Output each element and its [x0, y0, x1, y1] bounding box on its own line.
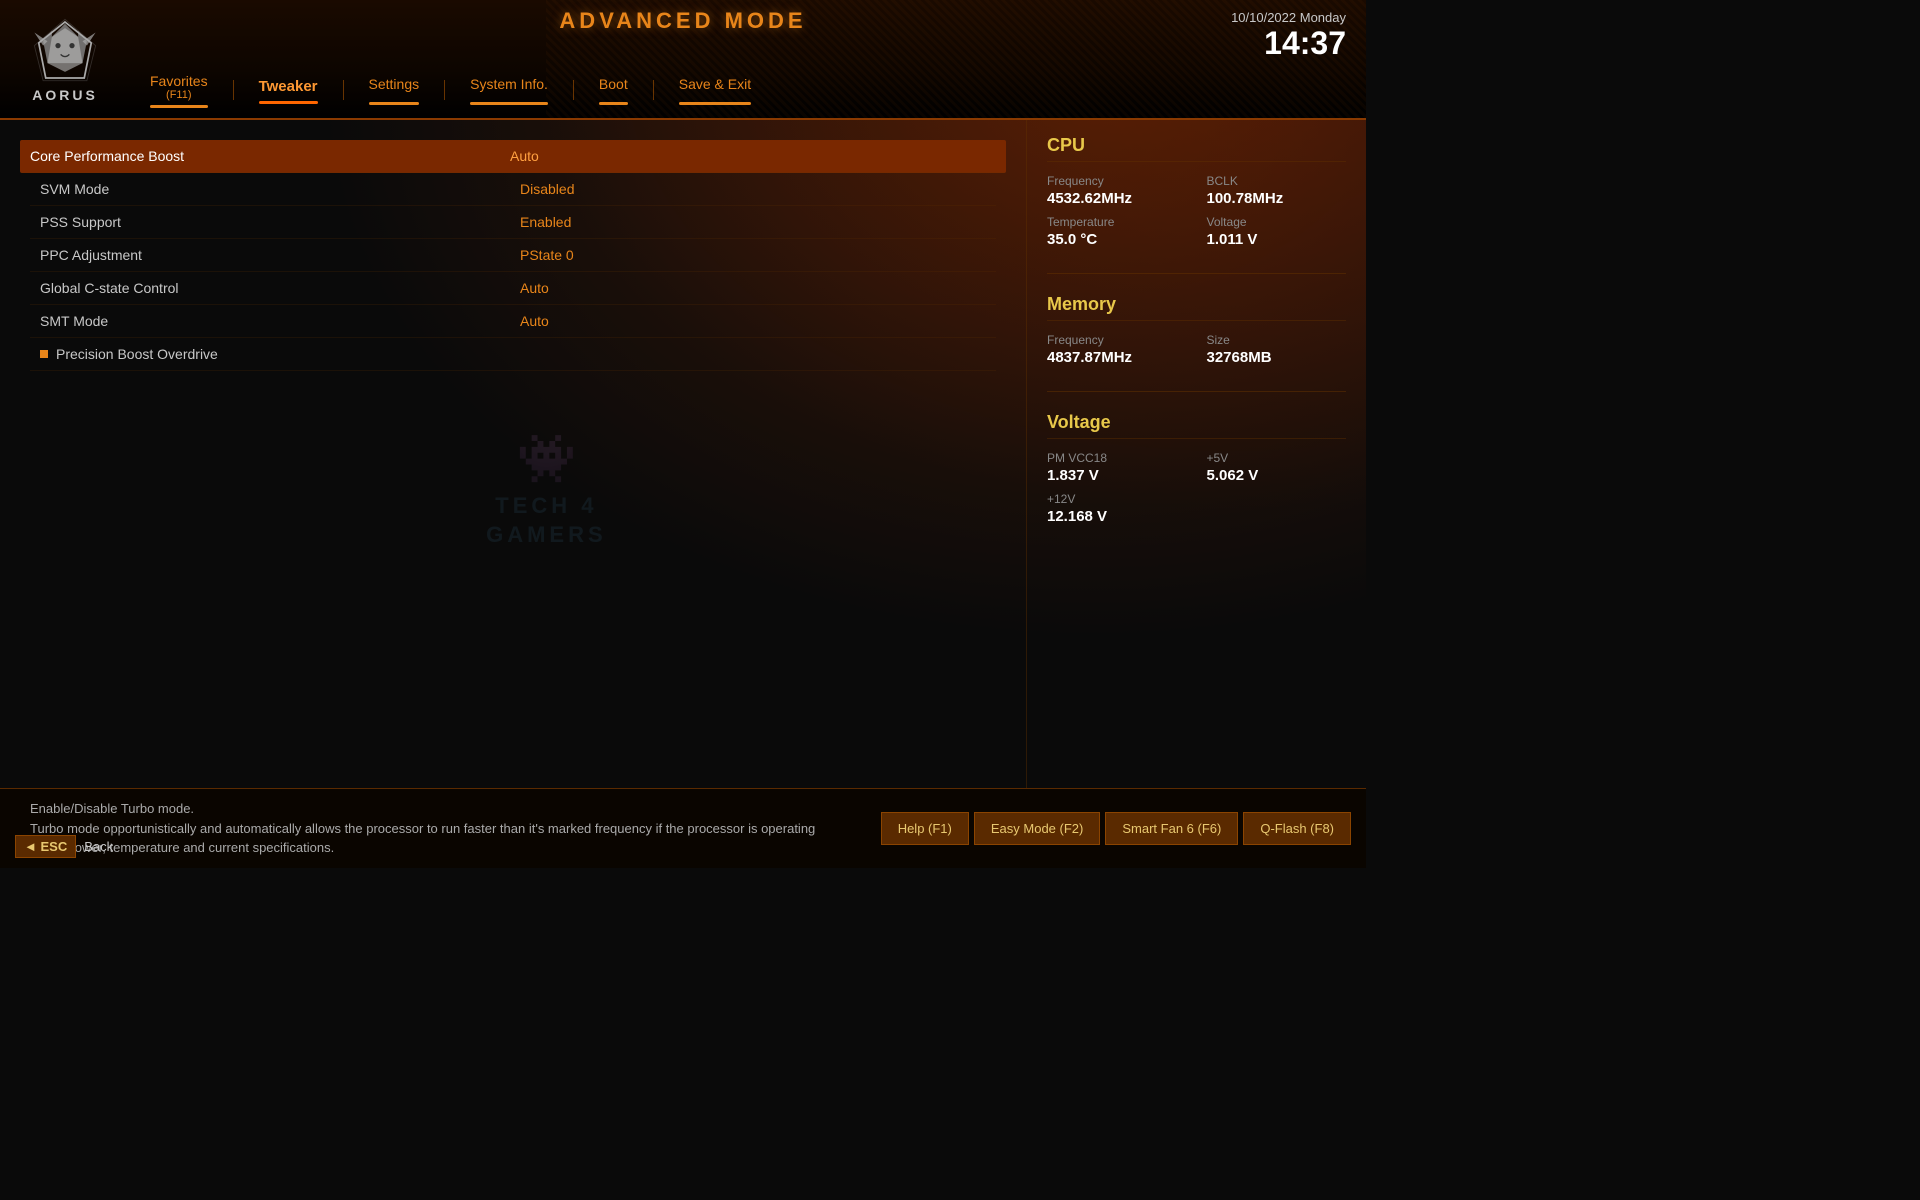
nav-favorites-label: Favorites — [150, 73, 208, 89]
setting-value-ppc-adjustment: PState 0 — [520, 247, 996, 263]
setting-value-pss-support: Enabled — [520, 214, 996, 230]
setting-row-pss-support[interactable]: PSS Support Enabled — [30, 206, 996, 239]
cpu-frequency-label: Frequency — [1047, 174, 1187, 188]
cpu-voltage-group: Voltage 1.011 V — [1207, 215, 1347, 248]
page-title: ADVANCED MODE — [559, 8, 806, 34]
cpu-bclk-group: BCLK 100.78MHz — [1207, 174, 1347, 207]
setting-value-svm-mode: Disabled — [520, 181, 996, 197]
voltage-section-title: Voltage — [1047, 412, 1346, 439]
esc-key-icon: ◄ ESC — [15, 835, 76, 858]
memory-size-group: Size 32768MB — [1207, 333, 1347, 366]
easy-mode-button[interactable]: Easy Mode (F2) — [974, 812, 1100, 845]
memory-info-grid: Frequency 4837.87MHz Size 32768MB — [1047, 333, 1346, 366]
nav-item-tweaker[interactable]: Tweaker — [239, 70, 338, 110]
memory-frequency-value: 4837.87MHz — [1047, 349, 1187, 366]
qflash-button[interactable]: Q-Flash (F8) — [1243, 812, 1351, 845]
nav-tweaker-label: Tweaker — [259, 78, 318, 95]
settings-panel: Core Performance Boost Auto SVM Mode Dis… — [0, 120, 1026, 788]
smart-fan-button[interactable]: Smart Fan 6 (F6) — [1105, 812, 1238, 845]
nav-sep-3 — [444, 80, 445, 100]
aorus-brand-text: AORUS — [32, 87, 98, 103]
time-display: 14:37 — [1231, 27, 1346, 59]
watermark-text: TECH 4GAMERS — [486, 492, 607, 549]
setting-name-pss-support: PSS Support — [40, 214, 520, 230]
nav-sep-2 — [343, 80, 344, 100]
setting-row-svm-mode[interactable]: SVM Mode Disabled — [30, 173, 996, 206]
memory-section-title: Memory — [1047, 294, 1346, 321]
nav-tabs: Favorites (F11) Tweaker Settings System … — [130, 65, 771, 114]
precision-boost-bullet-icon — [40, 350, 48, 358]
setting-row-ppc-adjustment[interactable]: PPC Adjustment PState 0 — [30, 239, 996, 272]
footer-help-text: Enable/Disable Turbo mode. Turbo mode op… — [0, 789, 881, 868]
setting-name-smt-mode: SMT Mode — [40, 313, 520, 329]
nav-item-favorites[interactable]: Favorites (F11) — [130, 65, 228, 114]
nav-sysinfo-label: System Info. — [470, 76, 548, 92]
memory-size-label: Size — [1207, 333, 1347, 347]
voltage-12v-value: 12.168 V — [1047, 508, 1187, 525]
nav-sep-1 — [233, 80, 234, 100]
voltage-12v-group: +12V 12.168 V — [1047, 492, 1187, 525]
setting-value-smt-mode: Auto — [520, 313, 996, 329]
setting-value-core-performance-boost: Auto — [510, 148, 996, 164]
voltage-pmvcc18-group: PM VCC18 1.837 V — [1047, 451, 1187, 484]
cpu-temperature-group: Temperature 35.0 °C — [1047, 215, 1187, 248]
watermark: 👾 TECH 4GAMERS — [486, 430, 607, 549]
voltage-12v-label: +12V — [1047, 492, 1187, 506]
nav-item-boot[interactable]: Boot — [579, 68, 648, 111]
cpu-bclk-value: 100.78MHz — [1207, 190, 1347, 207]
setting-row-smt-mode[interactable]: SMT Mode Auto — [30, 305, 996, 338]
datetime-area: 10/10/2022 Monday 14:37 — [1231, 10, 1346, 59]
memory-size-value: 32768MB — [1207, 349, 1347, 366]
voltage-pmvcc18-label: PM VCC18 — [1047, 451, 1187, 465]
nav-item-system-info[interactable]: System Info. — [450, 68, 568, 111]
esc-area: ◄ ESC Back — [15, 835, 113, 858]
nav-favorites-shortcut: (F11) — [150, 89, 208, 101]
cpu-section-title: CPU — [1047, 135, 1346, 162]
info-panel: CPU Frequency 4532.62MHz BCLK 100.78MHz … — [1026, 120, 1366, 788]
footer-buttons: Help (F1) Easy Mode (F2) Smart Fan 6 (F6… — [881, 812, 1366, 845]
nav-saveexit-label: Save & Exit — [679, 76, 751, 92]
cpu-section: CPU Frequency 4532.62MHz BCLK 100.78MHz … — [1047, 135, 1346, 248]
footer: Enable/Disable Turbo mode. Turbo mode op… — [0, 788, 1366, 868]
setting-name-svm-mode: SVM Mode — [40, 181, 520, 197]
setting-name-ppc-adjustment: PPC Adjustment — [40, 247, 520, 263]
help-button[interactable]: Help (F1) — [881, 812, 969, 845]
setting-name-global-cstate: Global C-state Control — [40, 280, 520, 296]
setting-row-core-performance-boost[interactable]: Core Performance Boost Auto — [20, 140, 1006, 173]
cpu-temperature-label: Temperature — [1047, 215, 1187, 229]
memory-frequency-group: Frequency 4837.87MHz — [1047, 333, 1187, 366]
voltage-info-grid: PM VCC18 1.837 V +5V 5.062 V +12V 12.168… — [1047, 451, 1346, 525]
cpu-voltage-label: Voltage — [1207, 215, 1347, 229]
cpu-frequency-group: Frequency 4532.62MHz — [1047, 174, 1187, 207]
cpu-frequency-value: 4532.62MHz — [1047, 190, 1187, 207]
nav-settings-label: Settings — [369, 76, 420, 92]
nav-sep-4 — [573, 80, 574, 100]
nav-sep-5 — [653, 80, 654, 100]
voltage-pmvcc18-value: 1.837 V — [1047, 467, 1187, 484]
nav-item-settings[interactable]: Settings — [349, 68, 440, 111]
nav-boot-label: Boot — [599, 76, 628, 92]
setting-value-global-cstate: Auto — [520, 280, 996, 296]
voltage-5v-group: +5V 5.062 V — [1207, 451, 1347, 484]
voltage-5v-value: 5.062 V — [1207, 467, 1347, 484]
setting-name-core-performance-boost: Core Performance Boost — [30, 148, 510, 164]
aorus-logo-icon — [30, 15, 100, 85]
esc-back-label: Back — [84, 839, 113, 854]
setting-name-precision-boost: Precision Boost Overdrive — [40, 346, 520, 362]
cpu-temperature-value: 35.0 °C — [1047, 231, 1187, 248]
date-display: 10/10/2022 Monday — [1231, 10, 1346, 25]
cpu-voltage-value: 1.011 V — [1207, 231, 1347, 248]
memory-frequency-label: Frequency — [1047, 333, 1187, 347]
setting-row-global-cstate[interactable]: Global C-state Control Auto — [30, 272, 996, 305]
setting-row-precision-boost[interactable]: Precision Boost Overdrive — [30, 338, 996, 371]
voltage-5v-label: +5V — [1207, 451, 1347, 465]
nav-item-save-exit[interactable]: Save & Exit — [659, 68, 771, 111]
main-content: Core Performance Boost Auto SVM Mode Dis… — [0, 120, 1366, 788]
memory-section: Memory Frequency 4837.87MHz Size 32768MB — [1047, 294, 1346, 366]
cpu-info-grid: Frequency 4532.62MHz BCLK 100.78MHz Temp… — [1047, 174, 1346, 248]
logo-area: AORUS — [0, 0, 130, 118]
cpu-bclk-label: BCLK — [1207, 174, 1347, 188]
title-area: ADVANCED MODE — [559, 8, 806, 34]
voltage-section: Voltage PM VCC18 1.837 V +5V 5.062 V +12… — [1047, 412, 1346, 525]
